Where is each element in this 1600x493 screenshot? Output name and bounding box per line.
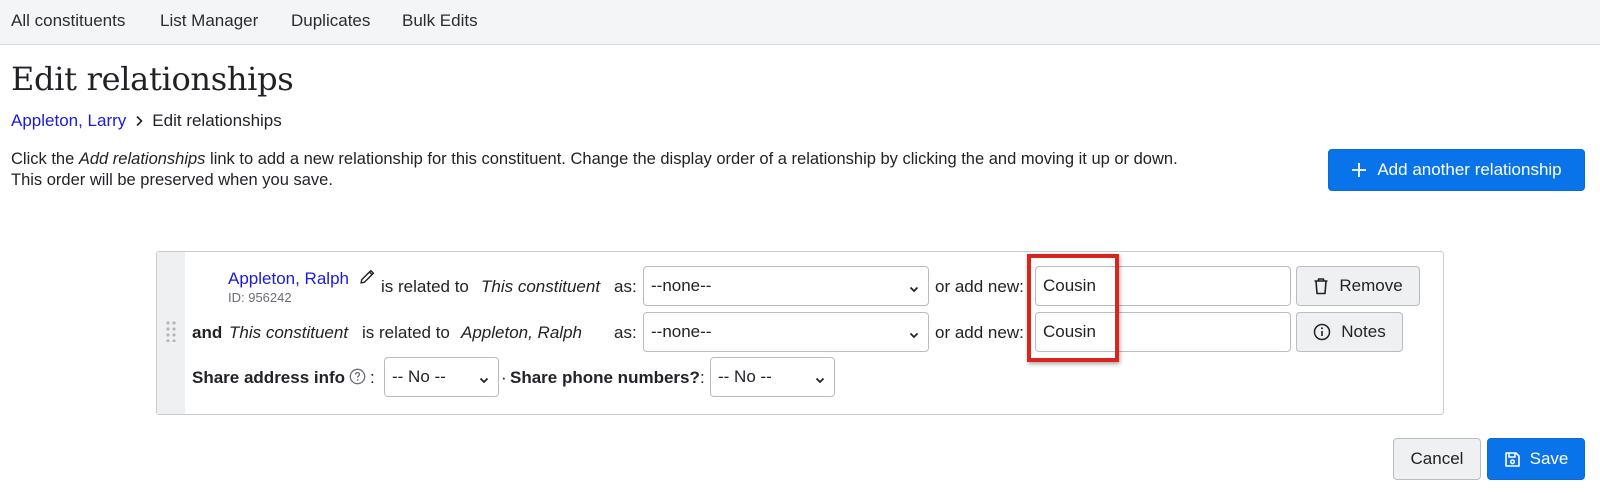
add-new-relationship-input[interactable]: Cousin — [1035, 266, 1291, 306]
as-label-2: as: — [614, 323, 637, 342]
info-icon — [1313, 323, 1331, 341]
or-add-new-label: or add new: — [935, 277, 1024, 296]
is-related-to-text-2: is related to — [362, 323, 450, 342]
and-label: and — [192, 323, 223, 342]
breadcrumb-current: Edit relationships — [152, 111, 282, 130]
select-value-2: --none-- — [651, 322, 712, 341]
select-value: --none-- — [651, 276, 712, 295]
plus-icon — [1351, 162, 1367, 178]
nav-item-bulk-edits[interactable]: Bulk Edits — [402, 11, 478, 31]
chevron-down-icon — [908, 280, 920, 300]
field-separator: · — [501, 368, 507, 387]
instructions-line2: This order will be preserved when you sa… — [11, 171, 333, 189]
chevron-right-icon — [135, 115, 143, 127]
save-button-label: Save — [1529, 449, 1569, 468]
save-button[interactable]: Save — [1487, 438, 1585, 480]
chevron-down-icon — [908, 326, 920, 346]
cancel-button[interactable]: Cancel — [1393, 438, 1481, 480]
remove-button[interactable]: Remove — [1296, 266, 1420, 306]
nav-item-duplicates[interactable]: Duplicates — [291, 11, 370, 31]
share-phone-colon: : — [700, 368, 705, 387]
save-icon — [1504, 451, 1521, 468]
share-phone-value: -- No -- — [718, 367, 772, 386]
related-constituent-link[interactable]: Appleton, Ralph — [228, 269, 349, 289]
share-address-colon: : — [370, 368, 375, 387]
nav-item-list-manager[interactable]: List Manager — [160, 11, 258, 31]
relationship-card: Appleton, Ralph ID: 956242 is related to… — [156, 251, 1444, 415]
add-new-reciprocal-input[interactable]: Cousin — [1035, 312, 1291, 352]
share-address-label: Share address info — [192, 368, 368, 388]
trash-icon — [1313, 277, 1329, 295]
notes-button-label: Notes — [1341, 322, 1386, 341]
edit-pencil-icon[interactable] — [359, 268, 376, 290]
is-related-to-text: is related to — [381, 277, 469, 296]
remove-button-label: Remove — [1339, 276, 1403, 295]
instructions-text: Click the Add relationships link to add … — [11, 149, 1311, 191]
cancel-button-label: Cancel — [1410, 449, 1464, 468]
this-constituent-text-2: This constituent — [229, 323, 349, 342]
add-another-relationship-button[interactable]: Add another relationship — [1328, 149, 1585, 191]
add-another-relationship-label: Add another relationship — [1377, 160, 1562, 179]
as-label: as: — [614, 277, 637, 296]
nav-item-all-constituents[interactable]: All constituents — [11, 11, 125, 31]
or-add-new-label-2: or add new: — [935, 323, 1024, 342]
help-icon[interactable] — [349, 368, 366, 385]
share-phone-label: Share phone numbers? — [510, 368, 700, 387]
reciprocal-target-name: Appleton, Ralph — [461, 323, 582, 342]
breadcrumb: Appleton, Larry Edit relationships — [11, 111, 282, 131]
instructions-link-text: Add relationships — [78, 150, 206, 168]
relationship-type-select[interactable]: --none-- — [643, 266, 929, 306]
breadcrumb-parent-link[interactable]: Appleton, Larry — [11, 111, 126, 131]
instructions-pre: Click the — [11, 150, 79, 168]
instructions-post: link to add a new relationship for this … — [205, 150, 1178, 168]
drag-dots-icon — [165, 320, 177, 347]
share-address-select[interactable]: -- No -- — [384, 357, 499, 397]
share-phone-select[interactable]: -- No -- — [710, 357, 835, 397]
page-title: Edit relationships — [11, 60, 294, 98]
constituent-id: ID: 956242 — [228, 290, 292, 305]
chevron-down-icon — [478, 371, 490, 391]
reciprocal-type-select[interactable]: --none-- — [643, 312, 929, 352]
this-constituent-text: This constituent — [481, 277, 601, 296]
chevron-down-icon — [814, 371, 826, 391]
share-address-value: -- No -- — [392, 367, 446, 386]
notes-button[interactable]: Notes — [1296, 312, 1403, 352]
drag-handle[interactable] — [157, 252, 185, 414]
top-nav: All constituents List Manager Duplicates… — [0, 0, 1600, 45]
